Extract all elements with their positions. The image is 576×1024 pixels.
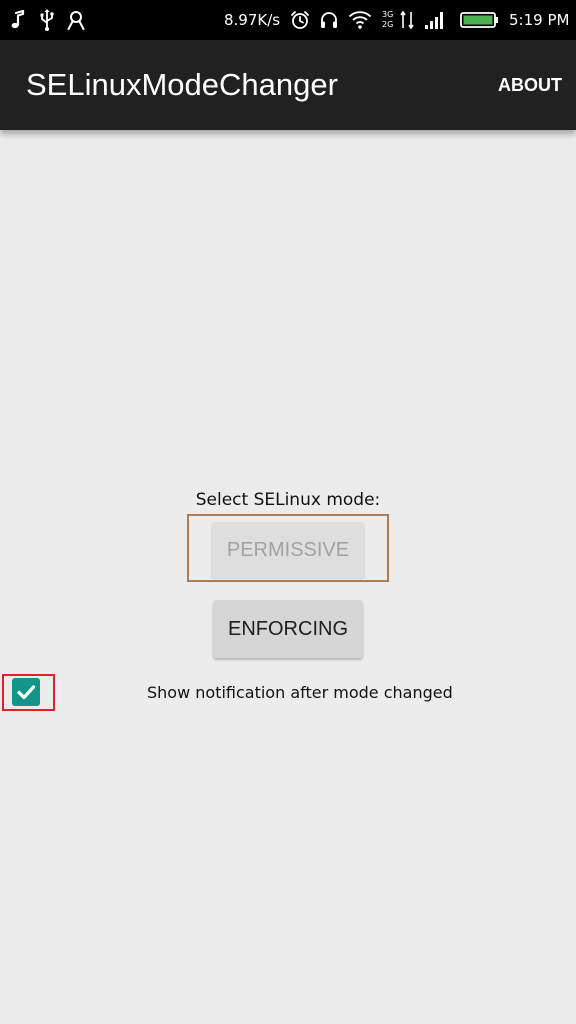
enforcing-button[interactable]: ENFORCING <box>213 600 363 658</box>
clock: 5:19 PM <box>509 11 570 29</box>
battery-icon <box>460 8 500 32</box>
data-arrows-icon <box>399 8 415 32</box>
battery-fill <box>463 15 493 25</box>
usb-icon <box>38 8 56 32</box>
network-speed: 8.97K/s <box>224 11 281 29</box>
signal-icon <box>423 8 445 32</box>
checkmark-icon <box>15 681 37 703</box>
music-note-icon <box>8 8 28 32</box>
alarm-icon <box>290 8 310 32</box>
permissive-button[interactable]: PERMISSIVE <box>211 522 365 578</box>
headset-icon <box>318 8 340 32</box>
app-bar: SELinuxModeChanger ABOUT <box>0 40 576 130</box>
wifi-icon <box>348 8 372 32</box>
app-title: SELinuxModeChanger <box>26 67 338 102</box>
account-icon <box>65 8 87 32</box>
status-bar: 8.97K/s 3G 2G 5:19 PM <box>0 0 576 40</box>
notification-checkbox[interactable] <box>12 678 40 706</box>
about-button[interactable]: ABOUT <box>498 72 562 98</box>
select-mode-label: Select SELinux mode: <box>195 490 381 510</box>
notification-label: Show notification after mode changed <box>147 683 453 702</box>
